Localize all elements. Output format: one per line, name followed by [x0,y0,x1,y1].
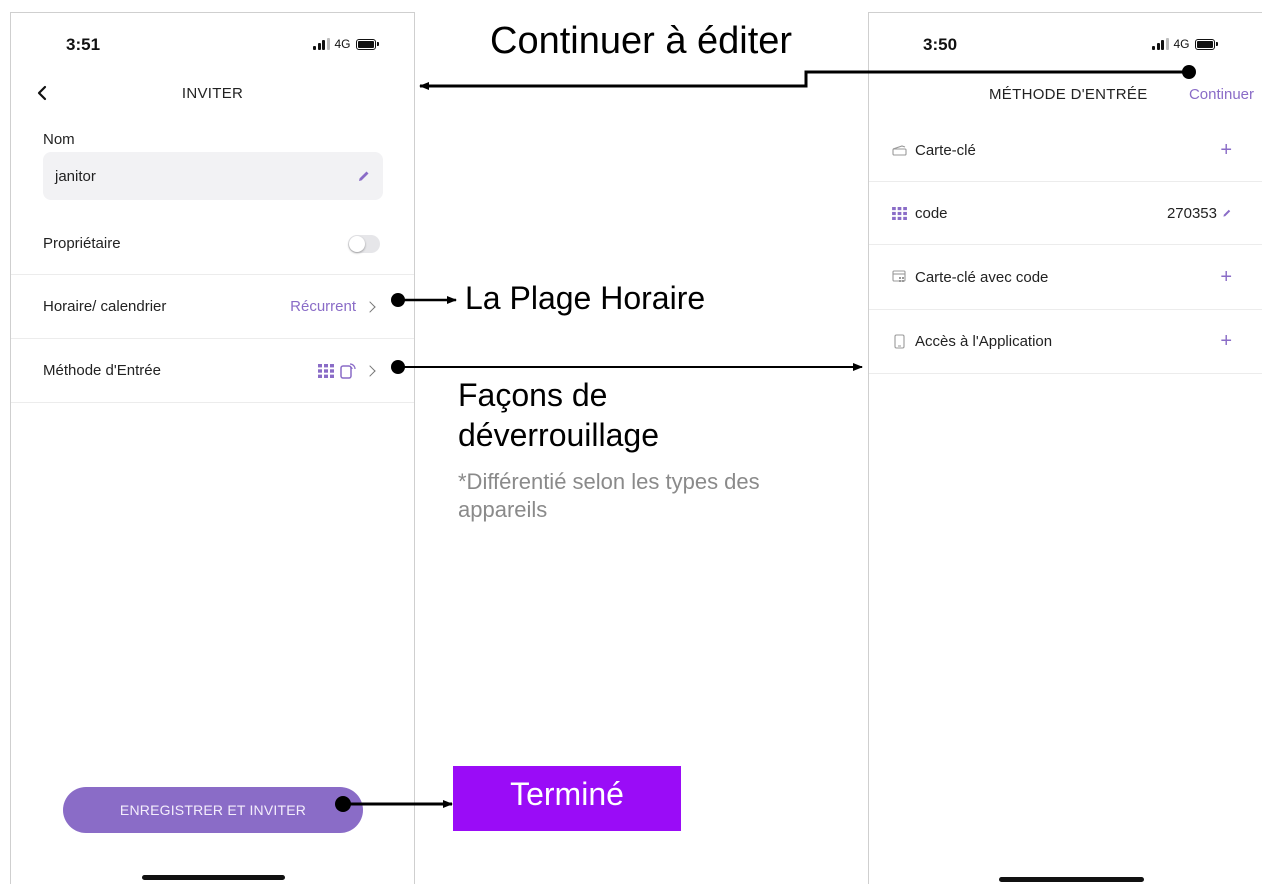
arrow-continue-editing [419,65,1196,90]
arrow-time-range [391,293,457,307]
arrow-done [335,796,453,812]
annotation-arrows [335,65,1196,812]
arrow-unlock-methods [391,360,863,374]
